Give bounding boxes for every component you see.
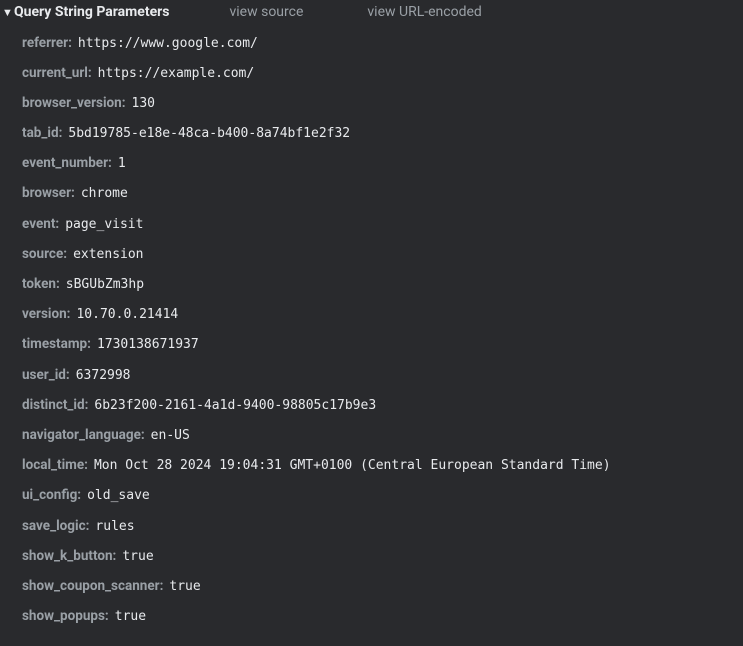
param-row: distinct_id: 6b23f200-2161-4a1d-9400-9880… bbox=[22, 390, 743, 420]
param-row: navigator_language: en-US bbox=[22, 420, 743, 450]
param-key: timestamp: bbox=[22, 335, 91, 354]
view-url-encoded-link[interactable]: view URL-encoded bbox=[367, 4, 481, 20]
param-value: 6b23f200-2161-4a1d-9400-98805c17b9e3 bbox=[94, 397, 376, 415]
param-row: event_number: 1 bbox=[22, 149, 743, 179]
param-value: 10.70.0.21414 bbox=[76, 306, 178, 324]
param-key: browser: bbox=[22, 184, 75, 203]
param-value: 1730138671937 bbox=[97, 336, 199, 354]
disclosure-triangle-icon[interactable]: ▼ bbox=[2, 6, 14, 19]
param-row: current_url: https://example.com/ bbox=[22, 58, 743, 88]
param-value: https://example.com/ bbox=[98, 65, 255, 83]
param-value: rules bbox=[95, 518, 134, 536]
param-value: 1 bbox=[118, 155, 126, 173]
param-row: timestamp: 1730138671937 bbox=[22, 330, 743, 360]
param-value: 6372998 bbox=[76, 367, 131, 385]
param-value: 5bd19785-e18e-48ca-b400-8a74bf1e2f32 bbox=[68, 125, 350, 143]
param-row: version: 10.70.0.21414 bbox=[22, 300, 743, 330]
param-value: true bbox=[122, 548, 153, 566]
param-row: show_popups: true bbox=[22, 602, 743, 632]
param-value: true bbox=[115, 608, 146, 626]
param-row: source: extension bbox=[22, 239, 743, 269]
param-value: en-US bbox=[151, 427, 190, 445]
param-value: 130 bbox=[132, 95, 155, 113]
param-row: event: page_visit bbox=[22, 209, 743, 239]
param-key: token: bbox=[22, 275, 60, 294]
param-row: save_logic: rules bbox=[22, 511, 743, 541]
param-key: user_id: bbox=[22, 366, 70, 385]
param-row: user_id: 6372998 bbox=[22, 360, 743, 390]
param-key: browser_version: bbox=[22, 94, 126, 113]
param-row: show_coupon_scanner: true bbox=[22, 571, 743, 601]
param-row: tab_id: 5bd19785-e18e-48ca-b400-8a74bf1e2… bbox=[22, 119, 743, 149]
param-key: distinct_id: bbox=[22, 396, 88, 415]
param-key: save_logic: bbox=[22, 517, 89, 536]
param-key: event_number: bbox=[22, 154, 112, 173]
param-key: navigator_language: bbox=[22, 426, 145, 445]
param-row: browser: chrome bbox=[22, 179, 743, 209]
param-row: local_time: Mon Oct 28 2024 19:04:31 GMT+… bbox=[22, 451, 743, 481]
section-header: ▼ Query String Parameters view source vi… bbox=[0, 0, 743, 24]
param-value: https://www.google.com/ bbox=[78, 35, 258, 53]
param-value: chrome bbox=[81, 185, 128, 203]
param-row: ui_config: old_save bbox=[22, 481, 743, 511]
param-key: show_popups: bbox=[22, 607, 109, 626]
view-source-link[interactable]: view source bbox=[229, 4, 303, 20]
param-key: local_time: bbox=[22, 456, 88, 475]
param-value: page_visit bbox=[65, 216, 143, 234]
param-row: referrer: https://www.google.com/ bbox=[22, 28, 743, 58]
param-row: browser_version: 130 bbox=[22, 88, 743, 118]
param-value: Mon Oct 28 2024 19:04:31 GMT+0100 (Centr… bbox=[94, 457, 611, 475]
param-key: current_url: bbox=[22, 64, 92, 83]
param-key: event: bbox=[22, 215, 59, 234]
param-row: token: sBGUbZm3hp bbox=[22, 270, 743, 300]
param-value: sBGUbZm3hp bbox=[66, 276, 144, 294]
param-value: extension bbox=[73, 246, 143, 264]
param-key: referrer: bbox=[22, 34, 72, 53]
param-value: old_save bbox=[87, 487, 150, 505]
param-value: true bbox=[169, 578, 200, 596]
param-key: source: bbox=[22, 245, 67, 264]
param-key: tab_id: bbox=[22, 124, 62, 143]
section-title: Query String Parameters bbox=[14, 4, 169, 20]
param-key: show_coupon_scanner: bbox=[22, 577, 163, 596]
param-row: show_k_button: true bbox=[22, 541, 743, 571]
params-list: referrer: https://www.google.com/current_… bbox=[0, 24, 743, 632]
param-key: show_k_button: bbox=[22, 547, 116, 566]
param-key: version: bbox=[22, 305, 70, 324]
param-key: ui_config: bbox=[22, 486, 81, 505]
